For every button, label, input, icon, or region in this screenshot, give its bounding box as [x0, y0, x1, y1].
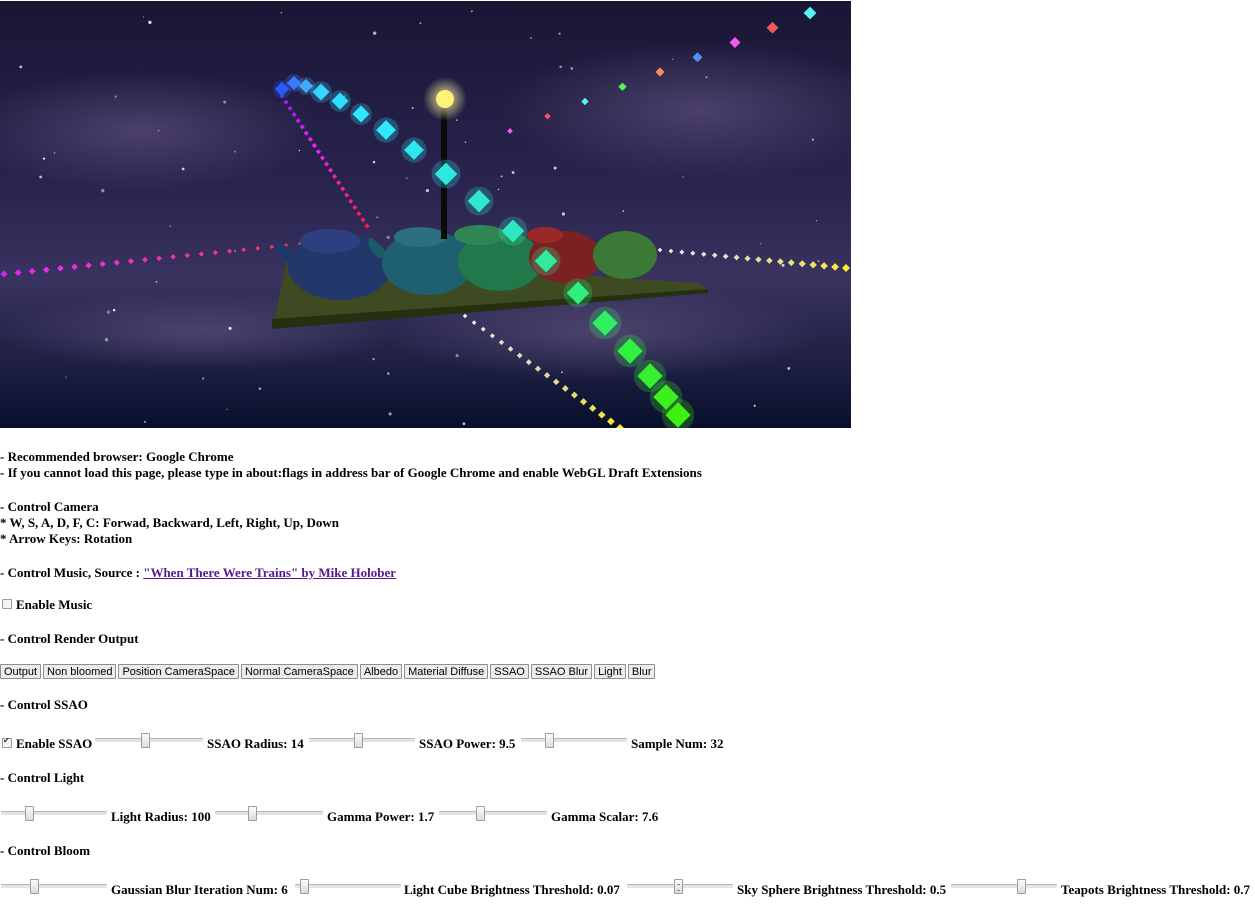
teapot-threshold-label: Teapots Brightness Threshold: 0.7: [1061, 882, 1251, 897]
render-output-buttons: Output Non bloomed Position CameraSpace …: [0, 664, 657, 679]
music-heading: - Control Music, Source : "When There We…: [0, 565, 396, 581]
non-bloomed-button[interactable]: Non bloomed: [43, 664, 117, 679]
slider-thumb[interactable]: [545, 733, 554, 748]
ssao-heading: - Control SSAO: [0, 697, 88, 712]
camera-arrows-text: * Arrow Keys: Rotation: [0, 531, 133, 546]
slider-thumb[interactable]: [30, 879, 39, 894]
slider-thumb[interactable]: [141, 733, 150, 748]
flags-note: - If you cannot load this page, please t…: [0, 465, 702, 480]
music-heading-label: - Control Music, Source :: [0, 565, 140, 580]
music-source-link[interactable]: "When There Were Trains" by Mike Holober: [143, 565, 396, 580]
ssao-power-slider[interactable]: [309, 733, 415, 748]
ssao-radius-label: SSAO Radius: 14: [207, 736, 304, 751]
blur-iteration-slider[interactable]: [1, 879, 107, 894]
light-heading: - Control Light: [0, 770, 85, 785]
webgl-canvas[interactable]: [0, 1, 851, 428]
light-button[interactable]: Light: [594, 664, 626, 679]
blur-button[interactable]: Blur: [627, 664, 656, 679]
gamma-power-label: Gamma Power: 1.7: [327, 809, 435, 824]
light-radius-label: Light Radius: 100: [111, 809, 211, 824]
enable-ssao-checkbox[interactable]: [2, 736, 12, 748]
cube-threshold-slider[interactable]: [295, 879, 401, 894]
cube-threshold-label: Light Cube Brightness Threshold: 0.07: [404, 882, 620, 897]
slider-thumb[interactable]: [300, 879, 309, 894]
gamma-power-slider[interactable]: [215, 806, 323, 821]
ssao-power-label: SSAO Power: 9.5: [419, 736, 516, 751]
camera-keys-text: * W, S, A, D, F, C: Forwad, Backward, Le…: [0, 515, 339, 530]
ssao-radius-slider[interactable]: [95, 733, 203, 748]
material-diffuse-button[interactable]: Material Diffuse: [404, 664, 489, 679]
ssao-button[interactable]: SSAO: [490, 664, 529, 679]
slider-thumb[interactable]: [248, 806, 257, 821]
blur-iteration-label: Gaussian Blur Iteration Num: 6: [111, 882, 288, 897]
light-radius-slider[interactable]: [1, 806, 107, 821]
position-cameraspace-button[interactable]: Position CameraSpace: [118, 664, 239, 679]
bloom-heading: - Control Bloom: [0, 843, 91, 858]
sample-num-slider[interactable]: [521, 733, 627, 748]
normal-cameraspace-button[interactable]: Normal CameraSpace: [240, 664, 358, 679]
sky-threshold-label: Sky Sphere Brightness Threshold: 0.5: [737, 882, 947, 897]
camera-heading: - Control Camera: [0, 499, 99, 514]
ssao-blur-button[interactable]: SSAO Blur: [530, 664, 593, 679]
enable-music-label: Enable Music: [16, 597, 93, 612]
sky-threshold-slider[interactable]: [627, 879, 733, 894]
enable-ssao-label: Enable SSAO: [16, 736, 93, 751]
teapot-threshold-slider[interactable]: [951, 879, 1057, 894]
lamp-light: [436, 90, 454, 108]
slider-thumb[interactable]: [476, 806, 485, 821]
sample-num-label: Sample Num: 32: [631, 736, 724, 751]
gamma-scalar-slider[interactable]: [439, 806, 547, 821]
slider-thumb[interactable]: [25, 806, 34, 821]
albedo-button[interactable]: Albedo: [359, 664, 403, 679]
slider-thumb[interactable]: [1017, 879, 1026, 894]
render-heading: - Control Render Output: [0, 631, 139, 646]
slider-thumb[interactable]: [354, 733, 363, 748]
output-button[interactable]: Output: [0, 664, 42, 679]
enable-music-checkbox[interactable]: [2, 599, 12, 609]
gamma-scalar-label: Gamma Scalar: 7.6: [551, 809, 659, 824]
slider-thumb[interactable]: [674, 879, 683, 894]
browser-note: - Recommended browser: Google Chrome: [0, 449, 234, 464]
